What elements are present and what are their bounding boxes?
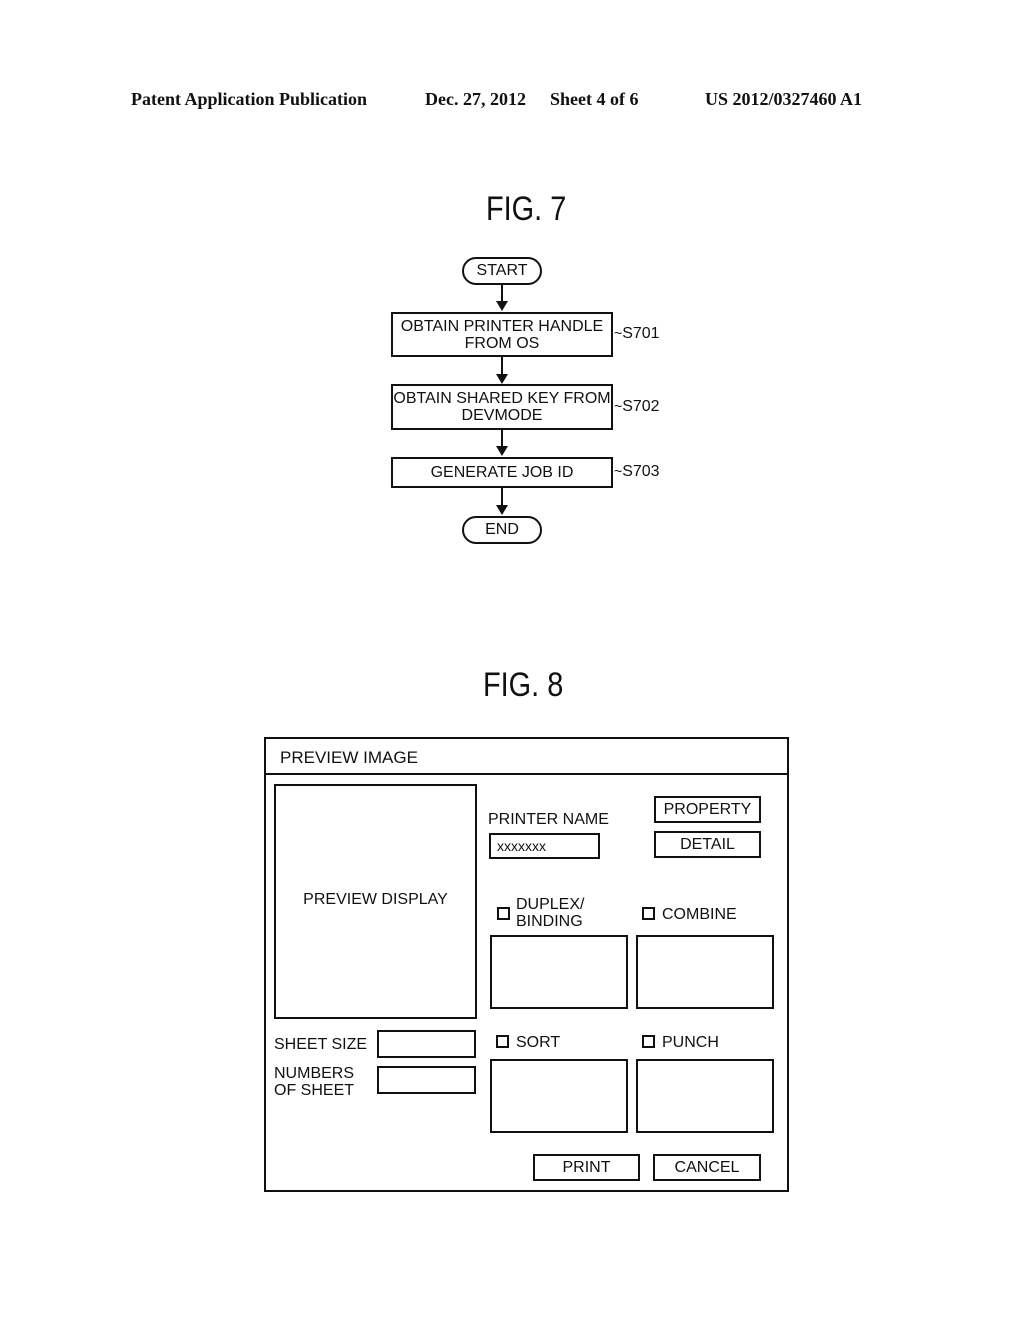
step-s701-line1: OBTAIN PRINTER HANDLE [400, 317, 604, 335]
flow-connector [501, 357, 503, 375]
patent-number: US 2012/0327460 A1 [705, 89, 863, 109]
step-s703: GENERATE JOB ID [391, 457, 613, 488]
duplex-label-line1: DUPLEX/ [516, 896, 585, 913]
punch-panel [636, 1059, 774, 1133]
combine-checkbox[interactable] [642, 907, 655, 920]
duplex-binding-panel [490, 935, 628, 1009]
fig8-title: FIG. 8 [483, 666, 564, 704]
fig7-title: FIG. 7 [486, 190, 567, 228]
step-s702-ref: ~S702 [614, 398, 660, 416]
print-button[interactable]: PRINT [533, 1154, 640, 1181]
step-s701: OBTAIN PRINTER HANDLE FROM OS [391, 312, 613, 357]
combine-panel [636, 935, 774, 1009]
leader-tilde: ~ [614, 463, 623, 479]
numbers-of-sheet-line2: OF SHEET [274, 1082, 355, 1099]
flow-connector [501, 430, 503, 447]
leader-tilde: ~ [614, 325, 623, 341]
sort-checkbox[interactable] [496, 1035, 509, 1048]
numbers-of-sheet-label: NUMBERS OF SHEET [274, 1065, 354, 1099]
step-s702: OBTAIN SHARED KEY FROM DEVMODE [391, 384, 613, 430]
publication-date: Dec. 27, 2012 [425, 89, 526, 109]
detail-button[interactable]: DETAIL [654, 831, 761, 858]
dialog-title-bar: PREVIEW IMAGE [266, 739, 787, 775]
property-button[interactable]: PROPERTY [654, 796, 761, 823]
sheet-size-field[interactable] [377, 1030, 476, 1058]
duplex-binding-checkbox[interactable] [497, 907, 510, 920]
step-s701-line2: FROM OS [464, 334, 540, 352]
sheet-size-label: SHEET SIZE [274, 1036, 368, 1053]
start-terminal: START [462, 257, 542, 285]
punch-label: PUNCH [662, 1034, 719, 1051]
arrow-down-icon [496, 301, 508, 311]
step-s701-label: S701 [622, 325, 660, 342]
numbers-of-sheet-field[interactable] [377, 1066, 476, 1094]
dialog-title: PREVIEW IMAGE [280, 748, 418, 767]
combine-label: COMBINE [662, 906, 737, 923]
cancel-button[interactable]: CANCEL [653, 1154, 761, 1181]
publication-type: Patent Application Publication [131, 89, 368, 109]
arrow-down-icon [496, 374, 508, 384]
printer-name-value: xxxxxxx [497, 838, 546, 854]
step-s702-line2: DEVMODE [461, 407, 543, 424]
step-s703-ref: ~S703 [614, 463, 660, 481]
printer-name-label: PRINTER NAME [488, 811, 609, 828]
end-terminal: END [462, 516, 542, 544]
preview-display-label: PREVIEW DISPLAY [303, 890, 448, 908]
duplex-binding-label: DUPLEX/ BINDING [516, 896, 584, 930]
punch-checkbox[interactable] [642, 1035, 655, 1048]
sheet-number: Sheet 4 of 6 [550, 89, 639, 109]
sort-panel [490, 1059, 628, 1133]
step-s703-line1: GENERATE JOB ID [430, 464, 574, 481]
step-s702-label: S702 [622, 398, 660, 415]
numbers-of-sheet-line1: NUMBERS [274, 1065, 355, 1082]
flow-connector [501, 285, 503, 302]
step-s701-ref: ~S701 [614, 325, 660, 343]
arrow-down-icon [496, 446, 508, 456]
printer-name-field[interactable]: xxxxxxx [489, 833, 600, 859]
step-s702-line1: OBTAIN SHARED KEY FROM [393, 390, 611, 407]
arrow-down-icon [496, 505, 508, 515]
flow-connector [501, 488, 503, 506]
end-label: END [485, 521, 519, 538]
sort-label: SORT [516, 1034, 561, 1051]
preview-dialog: PREVIEW IMAGE PREVIEW DISPLAY PRINTER NA… [264, 737, 789, 1192]
start-label: START [476, 262, 528, 279]
step-s703-label: S703 [622, 463, 660, 480]
leader-tilde: ~ [614, 398, 623, 414]
preview-display: PREVIEW DISPLAY [274, 784, 477, 1019]
duplex-label-line2: BINDING [516, 913, 583, 930]
